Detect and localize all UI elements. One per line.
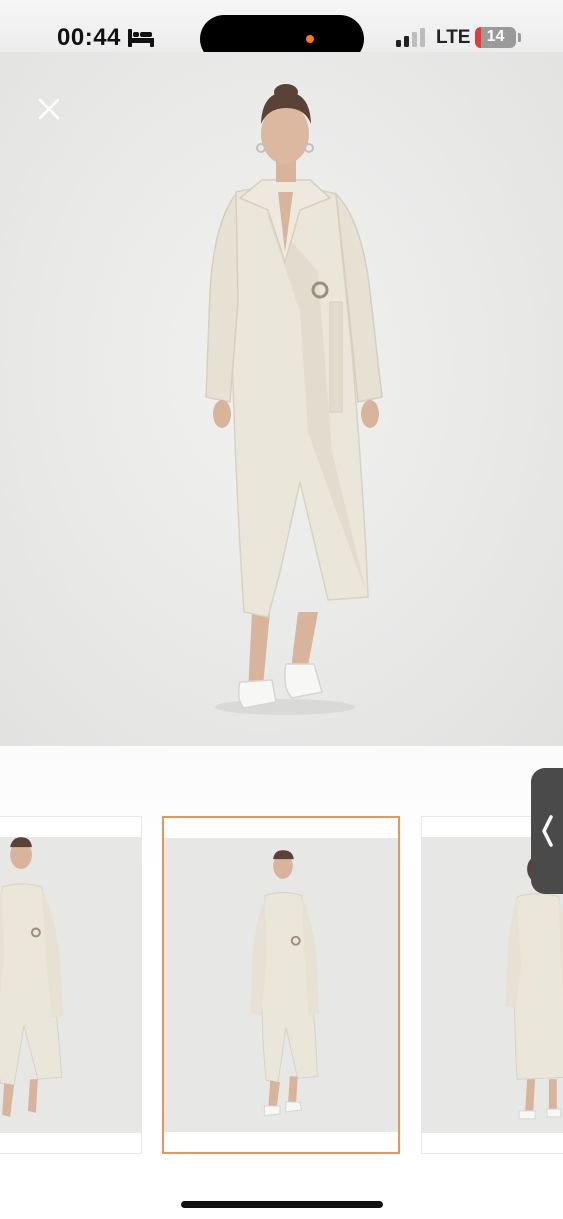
- cellular-signal-icon: [396, 28, 425, 47]
- thumbnail-front-cropped[interactable]: [0, 816, 142, 1154]
- battery-tip: [518, 33, 521, 42]
- close-icon: [38, 98, 60, 120]
- thumbnail-model-illustration: [250, 850, 320, 1117]
- recording-indicator-dot: [306, 35, 314, 43]
- battery-icon: 14: [475, 27, 516, 48]
- thumbnail-front-selected[interactable]: [162, 816, 400, 1154]
- main-product-image[interactable]: [0, 52, 563, 746]
- network-type: LTE: [436, 27, 471, 48]
- thumbnail-strip: [0, 746, 563, 1186]
- home-indicator[interactable]: [181, 1201, 383, 1208]
- status-time: 00:44: [57, 24, 121, 51]
- chevron-left-icon: [542, 815, 553, 847]
- side-collapse-tab[interactable]: [531, 768, 563, 894]
- thumbnail-model-illustration: [0, 837, 64, 1117]
- bed-icon: [128, 29, 154, 47]
- model-in-wrap-dress-illustration: [205, 84, 383, 715]
- close-button[interactable]: [30, 90, 68, 128]
- product-gallery-screen: 00:44 LTE 14: [0, 0, 563, 1219]
- status-bar: 00:44 LTE 14: [0, 0, 563, 63]
- battery-level: 14: [486, 28, 505, 45]
